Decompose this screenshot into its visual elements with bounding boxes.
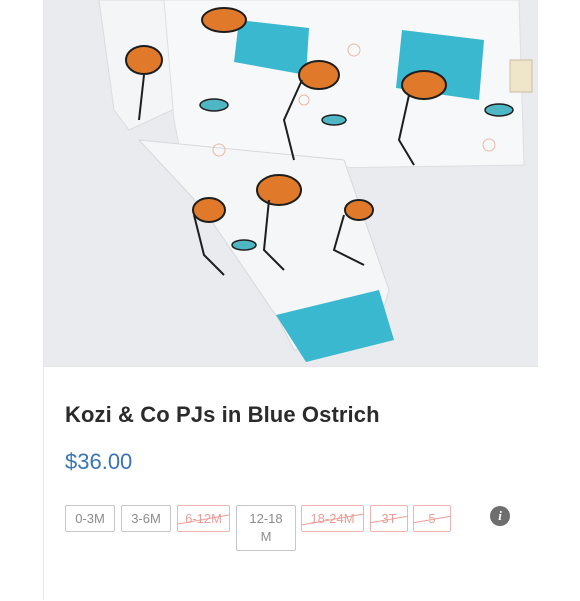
size-option-0-3m[interactable]: 0-3M <box>65 505 115 532</box>
size-option-6-12m-unavailable: 6-12M <box>177 505 230 532</box>
product-price: $36.00 <box>65 449 133 474</box>
product-card[interactable]: Kozi & Co PJs in Blue Ostrich $36.00 0-3… <box>43 0 538 601</box>
size-option-3t-unavailable: 3T <box>370 505 408 532</box>
size-info-icon[interactable]: i <box>490 506 510 526</box>
product-info: Kozi & Co PJs in Blue Ostrich $36.00 0-3… <box>44 366 538 601</box>
size-option-12-18m-label: 12-18M <box>249 511 283 544</box>
pajama-illustration <box>44 0 538 366</box>
size-option-5-unavailable: 5 <box>413 505 451 532</box>
size-option-18-24m-unavailable: 18-24M <box>301 505 364 532</box>
size-option-12-18m[interactable]: 12-18M <box>236 505 296 551</box>
size-option-3-6m[interactable]: 3-6M <box>121 505 171 532</box>
product-title[interactable]: Kozi & Co PJs in Blue Ostrich <box>65 402 380 428</box>
product-photo[interactable] <box>44 0 538 366</box>
